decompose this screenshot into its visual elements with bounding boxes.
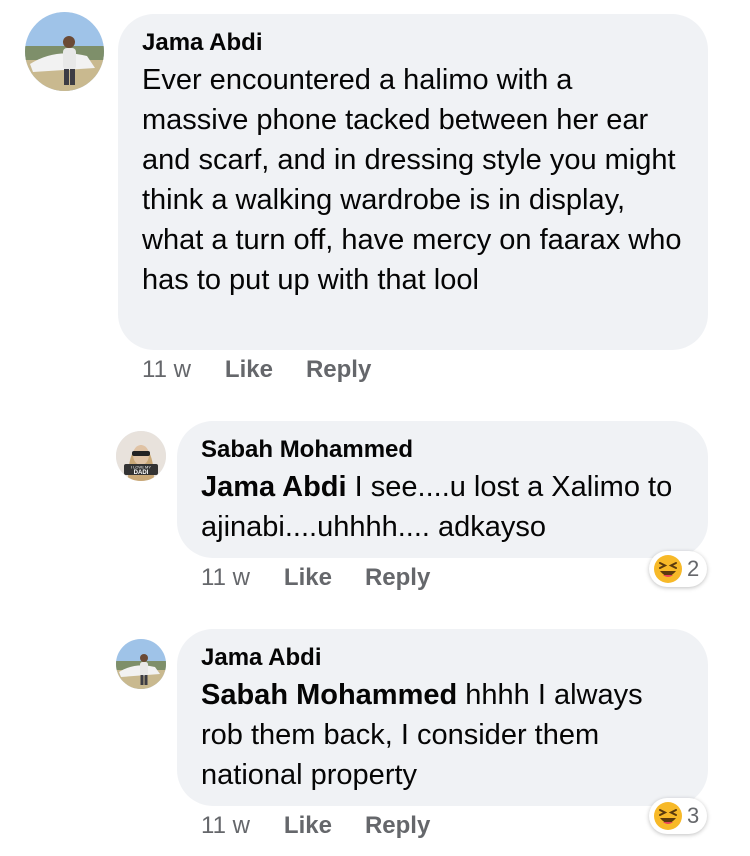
svg-text:I LOVE MY: I LOVE MY — [131, 465, 151, 470]
reply-timestamp[interactable]: 11 w — [201, 564, 250, 592]
comment-actions: 11 w Like Reply — [142, 356, 371, 384]
reply-text: Sabah Mohammed hhhh I always rob them ba… — [201, 675, 684, 795]
reply-button[interactable]: Reply — [365, 564, 430, 592]
avatar-jama-abdi[interactable] — [116, 639, 166, 689]
profile-photo-icon: I LOVE MY DADI — [116, 431, 166, 481]
profile-photo-icon — [116, 639, 166, 689]
mention-link[interactable]: Sabah Mohammed — [201, 679, 457, 711]
reaction-count: 2 — [687, 556, 700, 581]
reply-button[interactable]: Reply — [365, 812, 430, 840]
like-button[interactable]: Like — [225, 356, 273, 384]
reply-author[interactable]: Jama Abdi — [201, 643, 684, 673]
reply-timestamp[interactable]: 11 w — [201, 812, 250, 840]
comment-text: Ever encountered a halimo with a massive… — [142, 64, 682, 296]
avatar-sabah-mohammed[interactable]: I LOVE MY DADI — [116, 431, 166, 481]
reply-bubble: Jama Abdi Sabah Mohammed hhhh I always r… — [177, 629, 708, 806]
comment-bubble: Jama Abdi Ever encountered a halimo with… — [118, 14, 708, 350]
mention-link[interactable]: Jama Abdi — [201, 471, 347, 503]
like-button[interactable]: Like — [284, 564, 332, 592]
like-button[interactable]: Like — [284, 812, 332, 840]
reply-bubble: Sabah Mohammed Jama Abdi I see....u lost… — [177, 421, 708, 558]
reaction-count: 3 — [687, 803, 700, 828]
reply-button[interactable]: Reply — [306, 356, 371, 384]
reply-author[interactable]: Sabah Mohammed — [201, 435, 684, 465]
laughing-emoji-icon — [654, 555, 682, 583]
reply-text: Jama Abdi I see....u lost a Xalimo to aj… — [201, 467, 684, 547]
reaction-summary[interactable]: 2 — [649, 551, 708, 587]
avatar-jama-abdi[interactable] — [25, 12, 104, 91]
reply-actions: 11 w Like Reply — [201, 564, 430, 592]
reaction-summary[interactable]: 3 — [649, 798, 708, 834]
profile-photo-icon — [25, 12, 104, 91]
comment-author[interactable]: Jama Abdi — [142, 28, 684, 58]
comment-timestamp[interactable]: 11 w — [142, 356, 191, 384]
reply-actions: 11 w Like Reply — [201, 812, 430, 840]
svg-text:DADI: DADI — [134, 470, 149, 476]
laughing-emoji-icon — [654, 802, 682, 830]
